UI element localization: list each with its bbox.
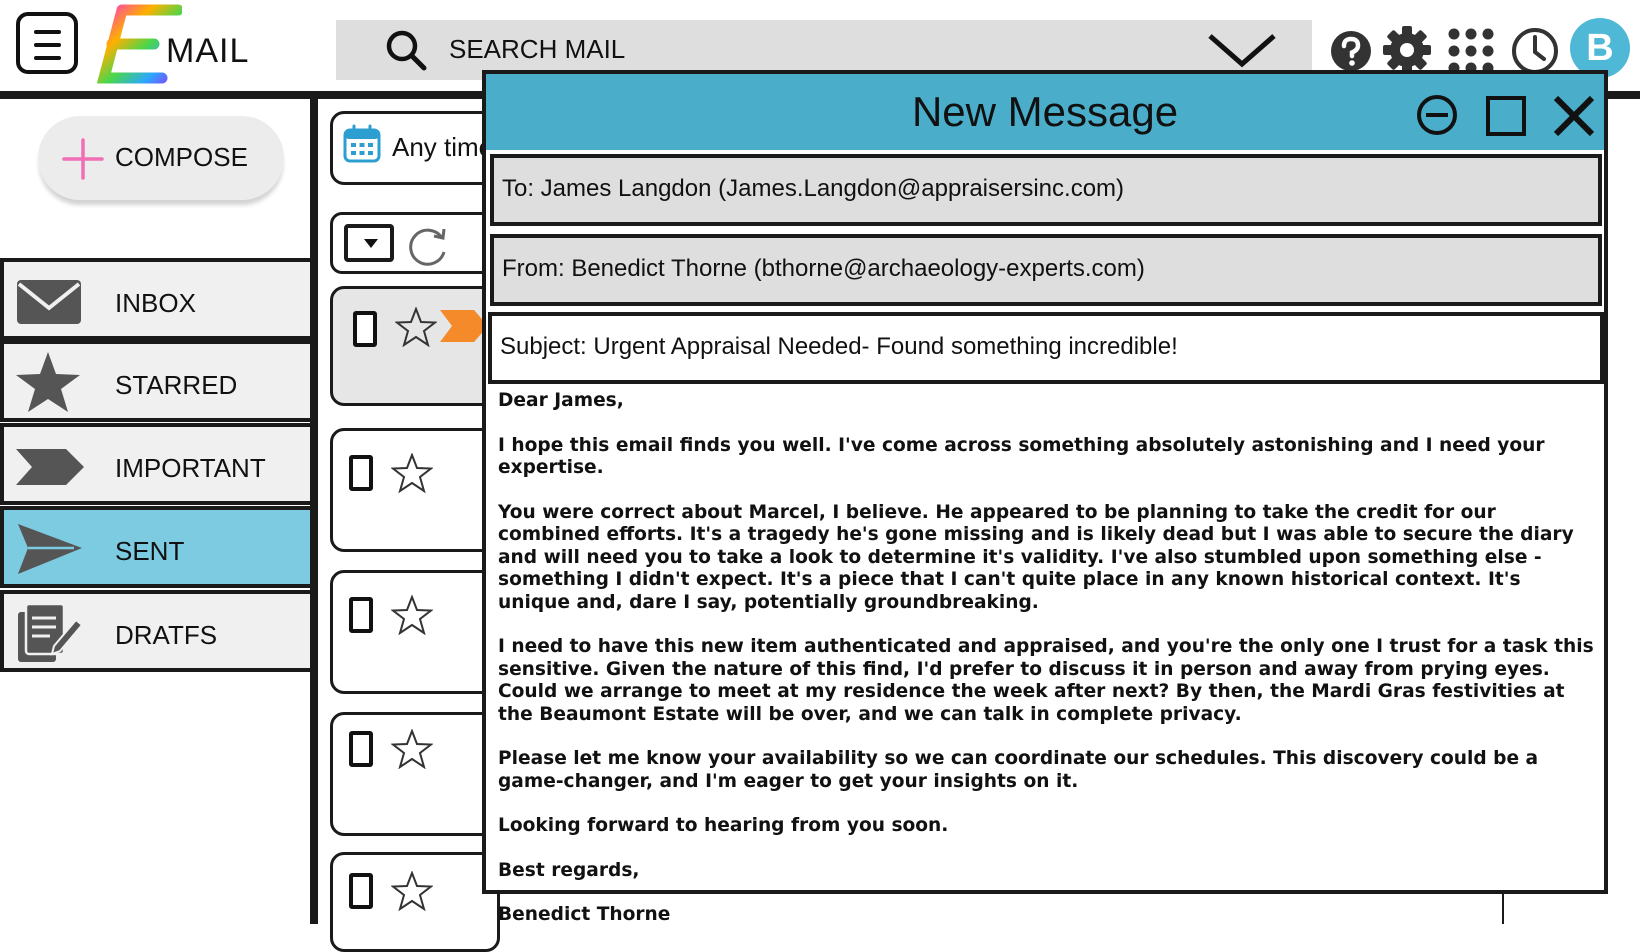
row-checkbox[interactable] — [349, 597, 373, 633]
sidebar-item-label: INBOX — [115, 288, 196, 318]
star-icon[interactable] — [391, 729, 433, 769]
list-item[interactable] — [330, 852, 500, 952]
body-paragraph: Best regards, — [498, 859, 640, 881]
close-icon[interactable] — [1552, 94, 1596, 138]
label-arrow-icon — [16, 449, 84, 485]
sidebar-item-label: SENT — [115, 536, 185, 566]
list-item[interactable] — [330, 570, 500, 694]
search-input[interactable]: SEARCH MAIL — [449, 34, 625, 65]
select-all-dropdown[interactable] — [344, 224, 394, 262]
maximize-icon[interactable] — [1486, 96, 1526, 136]
list-item[interactable] — [330, 712, 500, 836]
app-name: MAIL — [166, 32, 250, 70]
sidebar-item-label: DRATFS — [115, 620, 218, 650]
row-checkbox[interactable] — [353, 311, 377, 347]
send-icon — [18, 524, 82, 574]
chevron-down-icon[interactable] — [1206, 30, 1278, 70]
row-checkbox[interactable] — [349, 455, 373, 491]
list-item[interactable] — [330, 286, 500, 406]
sidebar-divider — [310, 99, 318, 924]
body-paragraph: You were correct about Marcel, I believe… — [498, 501, 1574, 613]
caret-down-icon — [364, 239, 378, 248]
avatar[interactable]: B — [1570, 18, 1630, 78]
body-paragraph: Please let me know your availability so … — [498, 748, 1539, 792]
body-paragraph: I need to have this new item authenticat… — [498, 636, 1594, 725]
gear-icon[interactable] — [1382, 25, 1432, 75]
body-paragraph: I hope this email finds you well. I've c… — [498, 434, 1545, 479]
sidebar-item-sent[interactable]: SENT — [0, 506, 314, 588]
calendar-icon — [343, 124, 381, 163]
star-icon[interactable] — [391, 453, 433, 493]
drafts-icon — [18, 602, 84, 662]
envelope-icon — [17, 280, 81, 324]
clock-icon[interactable] — [1510, 26, 1560, 76]
list-item[interactable] — [330, 428, 500, 552]
body-paragraph: Dear James, — [498, 390, 624, 411]
menu-icon-bar — [34, 30, 61, 34]
star-icon[interactable] — [395, 307, 437, 347]
sidebar-item-inbox[interactable]: INBOX — [0, 258, 314, 340]
compose-label: COMPOSE — [115, 142, 248, 172]
apps-icon[interactable] — [1446, 26, 1496, 76]
star-icon[interactable] — [391, 871, 433, 911]
subject-field[interactable]: Subject: Urgent Appraisal Needed- Found … — [488, 312, 1604, 384]
row-checkbox[interactable] — [349, 731, 373, 767]
sidebar-item-starred[interactable]: STARRED — [0, 340, 314, 422]
plus-icon — [62, 138, 104, 180]
menu-icon-bar — [34, 43, 61, 47]
search-icon[interactable] — [384, 28, 428, 72]
important-marker-icon[interactable] — [440, 308, 488, 344]
sidebar-item-label: STARRED — [115, 370, 238, 400]
message-body[interactable]: Dear James, I hope this email finds you … — [498, 390, 1598, 949]
logo-letter: E — [92, 2, 93, 3]
refresh-icon[interactable] — [406, 224, 450, 268]
body-paragraph: Benedict Thorne — [498, 904, 671, 925]
sidebar-item-label: IMPORTANT — [115, 453, 266, 483]
body-paragraph: Looking forward to hearing from you soon… — [498, 815, 949, 836]
star-icon — [16, 352, 80, 412]
minimize-icon[interactable] — [1416, 94, 1458, 136]
menu-icon-bar — [34, 56, 61, 60]
main-menu-button[interactable] — [16, 12, 78, 74]
from-field[interactable]: From: Benedict Thorne (bthorne@archaeolo… — [490, 234, 1602, 306]
row-checkbox[interactable] — [349, 873, 373, 909]
sidebar-item-important[interactable]: IMPORTANT — [0, 423, 314, 505]
star-icon[interactable] — [391, 595, 433, 635]
help-icon[interactable] — [1330, 30, 1372, 72]
sidebar-item-drafts[interactable]: DRATFS — [0, 590, 314, 672]
date-filter-label: Any time — [392, 132, 494, 162]
to-field[interactable]: To: James Langdon (James.Langdon@apprais… — [490, 154, 1602, 226]
